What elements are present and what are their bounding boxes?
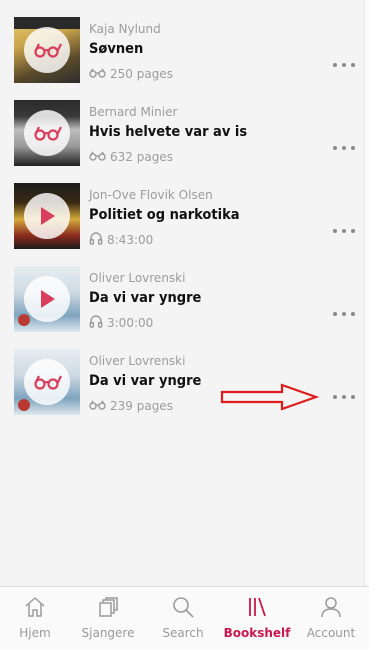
more-options-button[interactable]: [333, 142, 355, 154]
book-title[interactable]: Hvis helvete var av is: [89, 124, 247, 140]
more-options-button[interactable]: [333, 59, 355, 71]
book-meta: 632 pages: [89, 150, 173, 164]
tab-account[interactable]: Account: [296, 587, 366, 649]
glasses-icon: [89, 150, 106, 164]
bookshelf-icon: [245, 595, 269, 619]
page-count: 250 pages: [110, 67, 173, 81]
glasses-icon: [24, 27, 70, 73]
list-item[interactable]: Bernard Minier Hvis helvete var av is 63…: [0, 100, 364, 182]
account-icon: [319, 595, 343, 619]
book-author: Oliver Lovrenski: [89, 354, 186, 368]
book-author: Oliver Lovrenski: [89, 271, 186, 285]
bottom-tab-bar: Hjem Sjangere Search Bookshelf Account: [0, 586, 369, 649]
book-author: Kaja Nylund: [89, 22, 161, 36]
duration: 8:43:00: [107, 232, 154, 247]
tab-sjangere[interactable]: Sjangere: [73, 587, 143, 649]
headphones-icon: [89, 231, 103, 248]
glasses-icon: [89, 399, 106, 413]
duration: 3:00:00: [107, 315, 154, 330]
search-icon: [171, 595, 195, 619]
book-title[interactable]: Politiet og narkotika: [89, 207, 240, 223]
tab-bookshelf[interactable]: Bookshelf: [222, 587, 292, 649]
tab-label: Bookshelf: [223, 626, 291, 640]
genres-icon: [96, 595, 120, 619]
list-item[interactable]: Oliver Lovrenski Da vi var yngre 3:00:00: [0, 266, 364, 348]
tab-hjem[interactable]: Hjem: [0, 587, 70, 649]
glasses-icon: [89, 67, 106, 81]
tab-label: Account: [306, 626, 356, 640]
book-cover[interactable]: [14, 183, 80, 249]
book-meta: 250 pages: [89, 67, 173, 81]
more-options-button[interactable]: [333, 308, 355, 320]
headphones-icon: [89, 314, 103, 331]
page-count: 632 pages: [110, 150, 173, 164]
list-item[interactable]: Kaja Nylund Søvnen 250 pages: [0, 17, 364, 99]
play-icon: [24, 193, 70, 239]
home-icon: [23, 595, 47, 619]
book-cover[interactable]: [14, 266, 80, 332]
book-meta: 8:43:00: [89, 231, 153, 248]
tab-label: Sjangere: [81, 626, 135, 640]
book-author: Jon-Ove Flovik Olsen: [89, 188, 213, 202]
more-options-button[interactable]: [333, 225, 355, 237]
book-cover[interactable]: [14, 349, 80, 415]
book-author: Bernard Minier: [89, 105, 178, 119]
book-title[interactable]: Da vi var yngre: [89, 373, 201, 389]
glasses-icon: [24, 359, 70, 405]
book-meta: 239 pages: [89, 399, 173, 413]
book-cover[interactable]: [14, 17, 80, 83]
tab-label: Search: [162, 626, 204, 640]
glasses-icon: [24, 110, 70, 156]
book-title[interactable]: Da vi var yngre: [89, 290, 201, 306]
tab-search[interactable]: Search: [148, 587, 218, 649]
list-item[interactable]: Jon-Ove Flovik Olsen Politiet og narkoti…: [0, 183, 364, 265]
page-count: 239 pages: [110, 399, 173, 413]
play-icon: [24, 276, 70, 322]
book-meta: 3:00:00: [89, 314, 153, 331]
book-cover[interactable]: [14, 100, 80, 166]
book-title[interactable]: Søvnen: [89, 41, 143, 57]
scrollbar-track[interactable]: [364, 0, 369, 590]
annotation-arrow-icon: [220, 383, 320, 411]
tab-label: Hjem: [19, 626, 51, 640]
more-options-button[interactable]: [333, 391, 355, 403]
